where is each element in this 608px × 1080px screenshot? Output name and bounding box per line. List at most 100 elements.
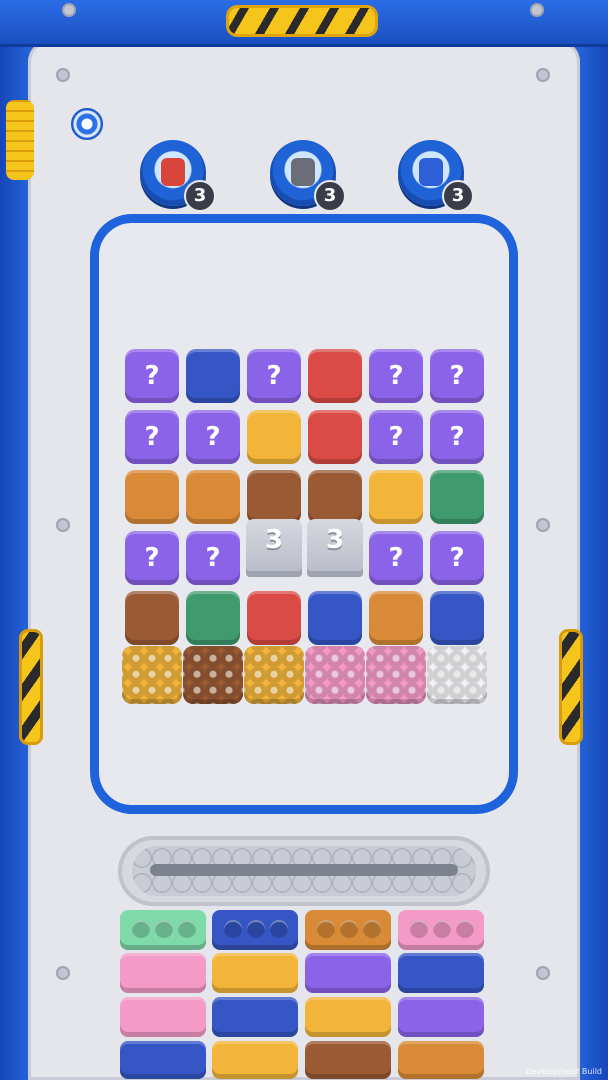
tray-slot — [410, 920, 428, 938]
orange-collector-tray — [305, 910, 391, 950]
screw-icon — [56, 518, 70, 532]
question-mark-icon: ? — [205, 422, 221, 452]
yellow-coil — [6, 100, 34, 180]
hazard-stripe-right — [562, 632, 580, 742]
mint-collector-tray — [120, 910, 206, 950]
orange-block[interactable] — [125, 470, 179, 524]
pink-collector-tray — [398, 910, 484, 950]
question-mark-icon: ? — [388, 361, 404, 391]
blue-queue-block — [212, 997, 298, 1037]
brown-block[interactable] — [125, 591, 179, 645]
red-block[interactable] — [308, 349, 362, 403]
locked-cup-counter: 3 — [307, 519, 363, 577]
settings-gear-icon[interactable] — [71, 108, 103, 140]
purple-queue-block — [305, 953, 391, 993]
brown-block[interactable] — [247, 470, 301, 524]
tray-slot — [317, 920, 335, 938]
tray-slot — [270, 920, 288, 938]
blue-queue-block — [398, 953, 484, 993]
blue-collector-tray — [212, 910, 298, 950]
green-block[interactable] — [186, 591, 240, 645]
hidden-block[interactable]: ? — [369, 410, 423, 464]
hidden-block[interactable]: ? — [430, 531, 484, 585]
cannon-booster-button[interactable]: 3 — [270, 140, 346, 212]
conveyor-slot — [150, 864, 458, 876]
tray-slot — [247, 920, 265, 938]
pink-studded-block[interactable] — [366, 646, 426, 704]
build-label: Development Build — [525, 1067, 602, 1076]
hidden-block[interactable]: ? — [125, 410, 179, 464]
hidden-block[interactable]: ? — [186, 531, 240, 585]
question-mark-icon: ? — [266, 361, 282, 391]
tray-slot — [224, 920, 242, 938]
cup-count: 3 — [325, 525, 345, 555]
screw-icon — [536, 966, 550, 980]
robot-icon — [161, 158, 185, 186]
question-mark-icon: ? — [144, 422, 160, 452]
blue-block[interactable] — [430, 591, 484, 645]
question-mark-icon: ? — [388, 543, 404, 573]
question-mark-icon: ? — [449, 361, 465, 391]
blue-queue-block — [120, 1041, 206, 1079]
brown-block[interactable] — [308, 470, 362, 524]
booster-count-badge: 3 — [442, 180, 474, 212]
yellow-block[interactable] — [247, 410, 301, 464]
tray-slot — [155, 920, 173, 938]
hidden-block[interactable]: ? — [247, 349, 301, 403]
tray-slot — [433, 920, 451, 938]
booster-count-badge: 3 — [184, 180, 216, 212]
orange-block[interactable] — [186, 470, 240, 524]
pink-studded-block[interactable] — [305, 646, 365, 704]
hidden-block[interactable]: ? — [369, 531, 423, 585]
screw-icon — [530, 3, 544, 17]
blue-block[interactable] — [186, 349, 240, 403]
tray-slot — [456, 920, 474, 938]
hidden-block[interactable]: ? — [125, 531, 179, 585]
machine-icon — [419, 158, 443, 186]
tray-slot — [132, 920, 150, 938]
red-block[interactable] — [247, 591, 301, 645]
blue-block[interactable] — [308, 591, 362, 645]
yellow-queue-block — [212, 953, 298, 993]
orange-queue-block — [398, 1041, 484, 1079]
red-block[interactable] — [308, 410, 362, 464]
yellow-block[interactable] — [369, 470, 423, 524]
tray-slot — [363, 920, 381, 938]
hazard-stripe-badge — [229, 8, 375, 34]
white-studded-block[interactable] — [427, 646, 487, 704]
hidden-block[interactable]: ? — [125, 349, 179, 403]
question-mark-icon: ? — [388, 422, 404, 452]
screw-icon — [536, 68, 550, 82]
booster-count-badge: 3 — [314, 180, 346, 212]
tray-slot — [178, 920, 196, 938]
question-mark-icon: ? — [144, 361, 160, 391]
cup-count: 3 — [264, 525, 284, 555]
brown-queue-block — [305, 1041, 391, 1079]
hidden-block[interactable]: ? — [430, 349, 484, 403]
cannon-icon — [291, 158, 315, 186]
yellow-queue-block — [305, 997, 391, 1037]
question-mark-icon: ? — [205, 543, 221, 573]
question-mark-icon: ? — [449, 422, 465, 452]
screw-icon — [56, 68, 70, 82]
yellow-studded-block[interactable] — [244, 646, 304, 704]
orange-block[interactable] — [369, 591, 423, 645]
green-block[interactable] — [430, 470, 484, 524]
pink-queue-block — [120, 953, 206, 993]
yellow-queue-block — [212, 1041, 298, 1079]
question-mark-icon: ? — [449, 543, 465, 573]
hidden-block[interactable]: ? — [186, 410, 240, 464]
pink-queue-block — [120, 997, 206, 1037]
tray-slot — [340, 920, 358, 938]
hidden-block[interactable]: ? — [430, 410, 484, 464]
brown-studded-block[interactable] — [183, 646, 243, 704]
machine-booster-button[interactable]: 3 — [398, 140, 474, 212]
robot-booster-button[interactable]: 3 — [140, 140, 216, 212]
hazard-stripe-left — [22, 632, 40, 742]
yellow-studded-block[interactable] — [122, 646, 182, 704]
question-mark-icon: ? — [144, 543, 160, 573]
locked-cup-counter: 3 — [246, 519, 302, 577]
hidden-block[interactable]: ? — [369, 349, 423, 403]
purple-queue-block — [398, 997, 484, 1037]
screw-icon — [62, 3, 76, 17]
